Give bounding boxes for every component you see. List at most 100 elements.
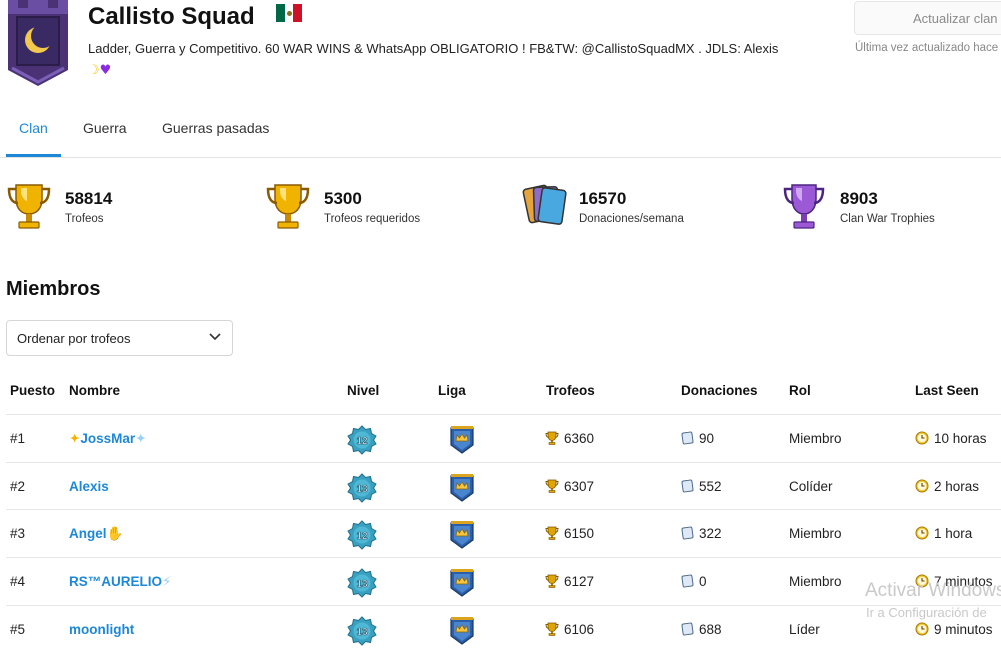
update-clan-button[interactable]: Actualizar clan <box>854 1 1001 35</box>
purple-heart-icon: ♥ <box>99 63 112 78</box>
level-badge-icon: 13 <box>347 568 377 598</box>
member-level: 12 <box>356 436 368 447</box>
purple-trophy-icon <box>783 184 825 229</box>
level-badge-icon: 12 <box>347 520 377 550</box>
member-donations-value: 0 <box>699 574 707 589</box>
member-row[interactable]: #1 ✦JossMar✦ 12 6360 90 Miembro 10 horas <box>6 414 1001 462</box>
sort-dropdown[interactable]: Ordenar por trofeos <box>6 320 233 356</box>
member-rank: #5 <box>10 622 26 637</box>
active-tab-indicator <box>6 154 61 157</box>
member-trophies-value: 6106 <box>564 622 595 637</box>
member-donations: 688 <box>681 622 722 637</box>
card-icon <box>681 526 694 540</box>
member-name[interactable]: RS™AURELIO⚡ <box>69 574 172 590</box>
level-badge-icon: 13 <box>347 616 377 646</box>
member-level: 13 <box>356 627 368 638</box>
tab-clan[interactable]: Clan <box>19 120 48 136</box>
member-trophies: 6127 <box>545 574 594 589</box>
member-donations: 322 <box>681 526 722 541</box>
member-trophies-value: 6127 <box>564 574 595 589</box>
column-header-puesto[interactable]: Puesto <box>10 383 55 398</box>
member-name[interactable]: Angel✋ <box>69 526 123 542</box>
clan-description: Ladder, Guerra y Competitivo. 60 WAR WIN… <box>88 38 833 81</box>
member-rank: #3 <box>10 526 26 541</box>
member-row[interactable]: #2 Alexis 13 6307 552 Colíder 2 horas <box>6 462 1001 510</box>
card-icon <box>681 574 694 588</box>
column-header-rol[interactable]: Rol <box>789 383 811 398</box>
stat-label: Trofeos <box>65 213 104 225</box>
member-trophies: 6150 <box>545 526 594 541</box>
column-header-last-seen[interactable]: Last Seen <box>915 383 979 398</box>
member-name-text: Angel <box>69 526 107 541</box>
member-donations-value: 90 <box>699 431 715 446</box>
member-level: 13 <box>356 484 368 495</box>
card-icon <box>681 622 694 636</box>
member-trophies-value: 6307 <box>564 479 595 494</box>
member-name[interactable]: moonlight <box>69 622 134 638</box>
member-donations-value: 552 <box>699 479 722 494</box>
tab-guerras-pasadas[interactable]: Guerras pasadas <box>162 120 269 136</box>
member-name-text: moonlight <box>69 622 135 637</box>
member-row[interactable]: #3 Angel✋ 12 6150 322 Miembro 1 hora <box>6 509 1001 557</box>
member-row[interactable]: #5 moonlight 13 6106 688 Líder 9 minutos <box>6 605 1001 653</box>
stat-value: 5300 <box>324 189 362 208</box>
column-header-donaciones[interactable]: Donaciones <box>681 383 758 398</box>
stat-value: 16570 <box>579 189 627 208</box>
column-header-nivel[interactable]: Nivel <box>347 383 379 398</box>
member-name[interactable]: Alexis <box>69 479 109 495</box>
members-title: Miembros <box>6 278 101 300</box>
league-badge-icon <box>450 474 474 502</box>
mexico-flag-icon <box>276 4 303 22</box>
clock-icon <box>915 622 929 636</box>
league-badge-icon <box>450 426 474 454</box>
moon-icon: ☽ <box>88 63 100 78</box>
trophy-icon <box>545 479 559 493</box>
sort-dropdown-value: Ordenar por trofeos <box>17 331 131 346</box>
member-role: Líder <box>789 622 820 637</box>
trophy-icon <box>545 622 559 636</box>
member-trophies: 6307 <box>545 479 594 494</box>
league-badge-icon <box>450 617 474 645</box>
windows-activation-watermark: Activar Windows <box>865 580 1001 601</box>
member-last-seen-value: 2 horas <box>934 479 980 494</box>
member-role: Miembro <box>789 431 842 446</box>
column-header-trofeos[interactable]: Trofeos <box>546 383 595 398</box>
member-trophies-value: 6150 <box>564 526 595 541</box>
column-header-liga[interactable]: Liga <box>438 383 466 398</box>
level-badge-icon: 12 <box>347 425 377 455</box>
column-header-nombre[interactable]: Nombre <box>69 383 120 398</box>
level-badge-icon: 13 <box>347 473 377 503</box>
member-trophies: 6106 <box>545 622 594 637</box>
member-donations-value: 688 <box>699 622 722 637</box>
member-donations: 552 <box>681 479 722 494</box>
league-badge-icon <box>450 521 474 549</box>
member-last-seen-value: 9 minutos <box>934 622 993 637</box>
member-name-text: JossMar <box>80 431 136 446</box>
name-suffix-icon: ✋ <box>106 526 124 542</box>
clan-badge-icon <box>8 0 68 86</box>
member-name[interactable]: ✦JossMar✦ <box>69 431 146 447</box>
member-last-seen: 10 horas <box>915 431 987 446</box>
member-row[interactable]: #4 RS™AURELIO⚡ 13 6127 0 Miembro 7 minut… <box>6 557 1001 605</box>
chevron-down-icon <box>209 333 221 341</box>
member-level: 13 <box>356 579 368 590</box>
member-role: Colíder <box>789 479 833 494</box>
trophy-icon <box>545 526 559 540</box>
stat-label: Donaciones/semana <box>579 213 684 225</box>
member-role: Miembro <box>789 574 842 589</box>
member-last-seen: 2 horas <box>915 479 979 494</box>
member-level: 12 <box>356 531 368 542</box>
member-trophies: 6360 <box>545 431 594 446</box>
member-name-text: Alexis <box>69 479 109 494</box>
member-role: Miembro <box>789 526 842 541</box>
clan-name: Callisto Squad <box>88 3 255 30</box>
windows-activation-subtext: Ir a Configuración de <box>866 605 987 620</box>
clock-icon <box>915 431 929 445</box>
member-rank: #1 <box>10 431 26 446</box>
member-last-seen: 1 hora <box>915 526 972 541</box>
tab-guerra[interactable]: Guerra <box>83 120 127 136</box>
member-rank: #4 <box>10 574 26 589</box>
description-text: Ladder, Guerra y Competitivo. 60 WAR WIN… <box>88 41 779 56</box>
member-trophies-value: 6360 <box>564 431 595 446</box>
clock-icon <box>915 526 929 540</box>
